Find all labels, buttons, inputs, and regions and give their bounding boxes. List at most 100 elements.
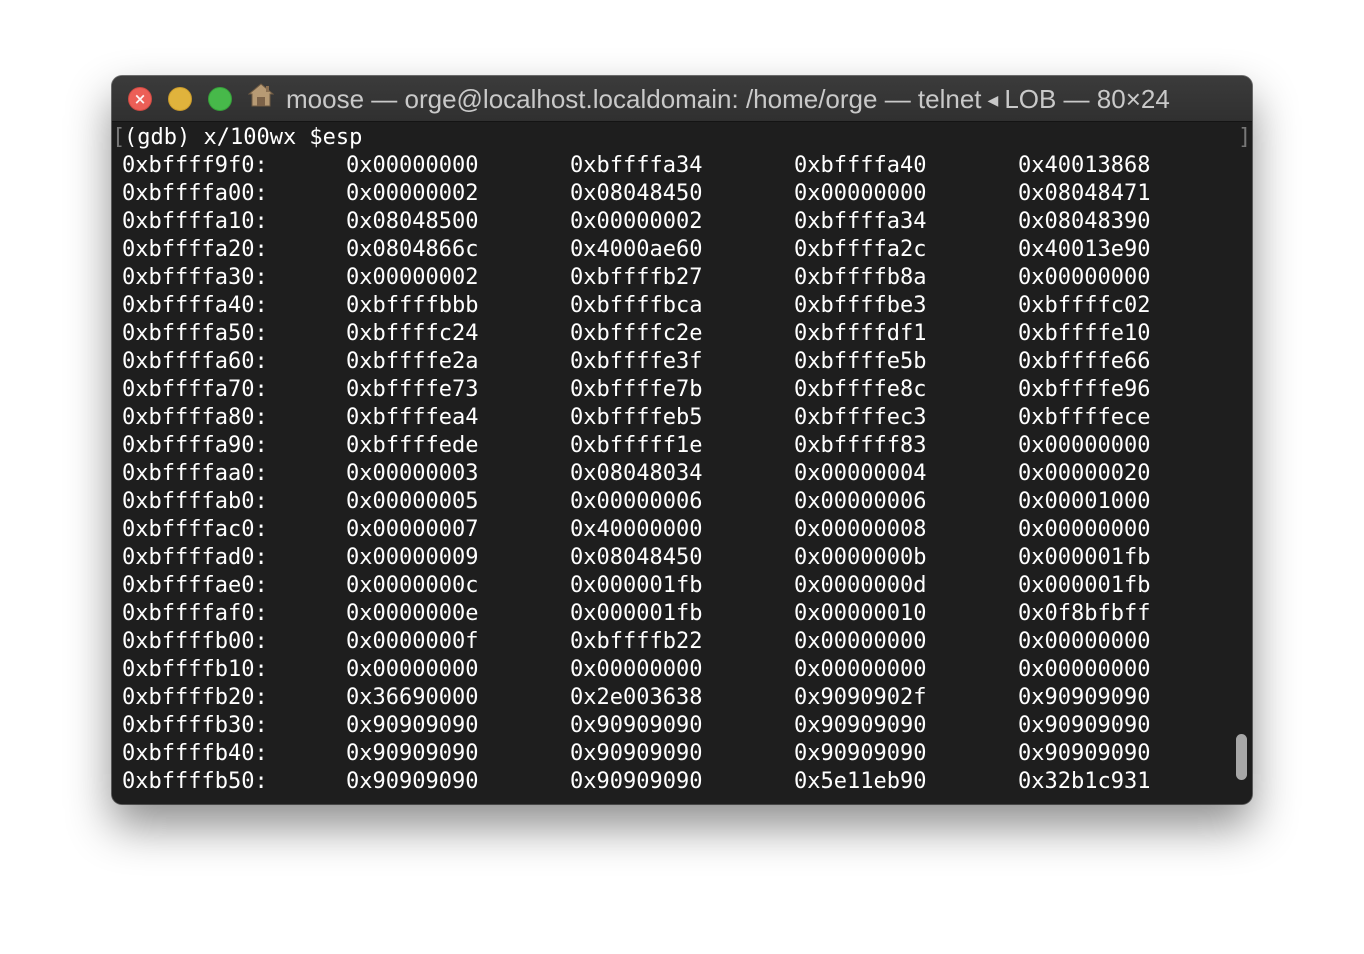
memory-address: 0xbffffa70: [122,377,268,402]
memory-address: 0xbffffa50: [122,321,268,346]
memory-row: 0xbffffa10: 0x08048500 0x00000002 0xbffffa3… [112,208,1212,236]
memory-word: 0x00000000 [1018,265,1151,290]
memory-address: 0xbffffa20: [122,237,268,262]
memory-word: 0x0804866c [346,237,479,262]
memory-address: 0xbffffae0: [122,573,268,598]
memory-word: 0x00000006 [794,489,927,514]
memory-word: 0x00000008 [794,517,927,542]
memory-word: 0xbffffe73 [346,377,479,402]
window-title-text: moose — orge@localhost.localdomain: /hom… [286,84,982,114]
title-bar[interactable]: × moose — orge@localhost.localdomain: /h… [112,76,1252,122]
memory-address: 0xbffffb30: [122,713,268,738]
memory-word: 0xbffffb8a [794,265,927,290]
memory-row: 0xbffffa50: 0xbffffc24 0xbffffc2e 0xbffffdf… [112,320,1212,348]
memory-row: 0xbffffb10: 0x00000000 0x00000000 0x0000000… [112,656,1212,684]
memory-word: 0x000001fb [1018,545,1151,570]
memory-word: 0x90909090 [794,713,927,738]
memory-word: 0xbffffece [1018,405,1151,430]
memory-address: 0xbffffa10: [122,209,268,234]
memory-word: 0xbffffe3f [570,349,703,374]
memory-word: 0x08048390 [1018,209,1151,234]
memory-word: 0xbffffede [346,433,479,458]
memory-word: 0x00000007 [346,517,479,542]
memory-word: 0x00000002 [570,209,703,234]
memory-word: 0xbffffec3 [794,405,927,430]
memory-address: 0xbffffb10: [122,657,268,682]
memory-word: 0xbffffe96 [1018,377,1151,402]
memory-word: 0xbffffbe3 [794,293,927,318]
memory-word: 0x000001fb [1018,573,1151,598]
memory-word: 0x00000002 [346,181,479,206]
memory-address: 0xbffffa30: [122,265,268,290]
memory-address: 0xbffffad0: [122,545,268,570]
memory-address: 0xbffffb20: [122,685,268,710]
memory-word: 0x08048471 [1018,181,1151,206]
memory-word: 0x0000000e [346,601,479,626]
terminal-content[interactable]: [ ] (gdb) x/100wx $esp 0xbffff9f0: 0x0000… [112,122,1252,804]
memory-word: 0x90909090 [1018,741,1151,766]
memory-address: 0xbffffa40: [122,293,268,318]
memory-word: 0x00000020 [1018,461,1151,486]
memory-word: 0x90909090 [794,741,927,766]
memory-word: 0x00000005 [346,489,479,514]
memory-word: 0x00000000 [1018,517,1151,542]
memory-word: 0x00000000 [1018,433,1151,458]
memory-word: 0x00000000 [794,629,927,654]
memory-row: 0xbffffaf0: 0x0000000e 0x000001fb 0x0000001… [112,600,1212,628]
memory-word: 0x00000000 [1018,629,1151,654]
memory-word: 0x5e11eb90 [794,769,927,794]
memory-word: 0x90909090 [570,713,703,738]
memory-word: 0xbffffe66 [1018,349,1151,374]
memory-row: 0xbffffb20: 0x36690000 0x2e003638 0x9090902… [112,684,1212,712]
memory-address: 0xbffffac0: [122,517,268,542]
gdb-command-line: (gdb) x/100wx $esp [124,125,363,150]
memory-row: 0xbffffb30: 0x90909090 0x90909090 0x9090909… [112,712,1212,740]
memory-word: 0xbffffe8c [794,377,927,402]
memory-word: 0x90909090 [1018,685,1151,710]
scrollbar-thumb[interactable] [1236,734,1247,780]
memory-word: 0x00000000 [570,657,703,682]
memory-row: 0xbffffae0: 0x0000000c 0x000001fb 0x0000000… [112,572,1212,600]
memory-row: 0xbffffb50: 0x90909090 0x90909090 0x5e11eb9… [112,768,1212,796]
memory-word: 0x08048500 [346,209,479,234]
memory-row: 0xbffffaa0: 0x00000003 0x08048034 0x0000000… [112,460,1212,488]
memory-word: 0x90909090 [346,741,479,766]
memory-row: 0xbffffb00: 0x0000000f 0xbffffb22 0x0000000… [112,628,1212,656]
memory-word: 0xbffffdf1 [794,321,927,346]
memory-word: 0x4000ae60 [570,237,703,262]
memory-word: 0x90909090 [346,713,479,738]
memory-word: 0x0000000d [794,573,927,598]
close-button[interactable]: × [128,87,152,111]
memory-row: 0xbffffac0: 0x00000007 0x40000000 0x0000000… [112,516,1212,544]
memory-word: 0x00000000 [1018,657,1151,682]
memory-word: 0x90909090 [1018,713,1151,738]
scrollbar[interactable] [1234,122,1248,804]
memory-word: 0xbffffc24 [346,321,479,346]
memory-word: 0x0f8bfbff [1018,601,1151,626]
memory-row: 0xbffffa40: 0xbffffbbb 0xbffffbca 0xbffffbe… [112,292,1212,320]
memory-address: 0xbffffaf0: [122,601,268,626]
memory-word: 0x90909090 [570,769,703,794]
memory-row: 0xbffff9f0: 0x00000000 0xbffffa34 0xbffffa4… [112,152,1212,180]
memory-word: 0xbffffe2a [346,349,479,374]
memory-word: 0xbffffb27 [570,265,703,290]
memory-word: 0xbffffe5b [794,349,927,374]
memory-word: 0xbfffff83 [794,433,927,458]
memory-row: 0xbffffb40: 0x90909090 0x90909090 0x9090909… [112,740,1212,768]
memory-word: 0x2e003638 [570,685,703,710]
window-title-suffix: LOB — 80×24 [1004,84,1170,114]
memory-address: 0xbffffab0: [122,489,268,514]
memory-word: 0x90909090 [570,741,703,766]
memory-word: 0x00000000 [794,181,927,206]
memory-word: 0xbffffeb5 [570,405,703,430]
memory-word: 0x40013868 [1018,153,1151,178]
memory-row: 0xbffffa60: 0xbffffe2a 0xbffffe3f 0xbffffe5… [112,348,1212,376]
memory-row: 0xbffffa80: 0xbffffea4 0xbffffeb5 0xbffffec… [112,404,1212,432]
memory-word: 0xbffffbbb [346,293,479,318]
minimize-button[interactable] [168,87,192,111]
memory-word: 0xbffffa40 [794,153,927,178]
memory-word: 0x90909090 [346,769,479,794]
memory-word: 0x00001000 [1018,489,1151,514]
zoom-button[interactable] [208,87,232,111]
memory-address: 0xbffffb00: [122,629,268,654]
